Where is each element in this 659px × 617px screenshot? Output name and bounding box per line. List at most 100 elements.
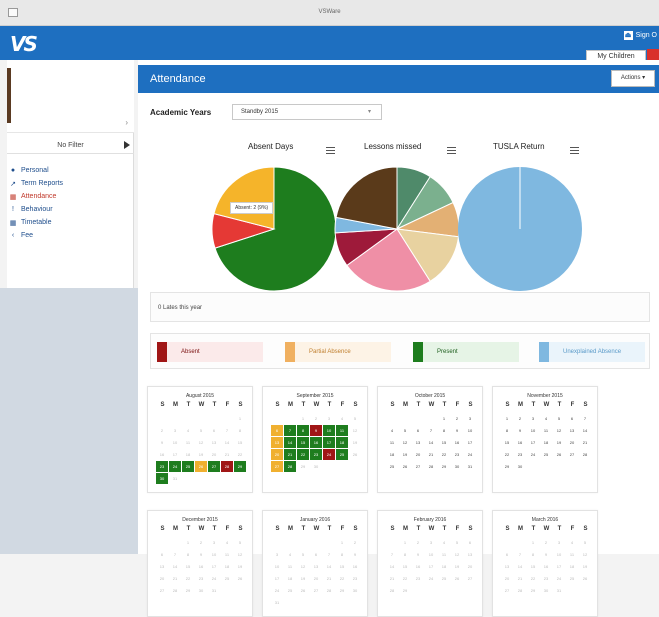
calendar-day[interactable]: 25 (566, 573, 578, 584)
calendar-day[interactable]: 19 (195, 449, 207, 460)
calendar-day[interactable]: 2 (156, 425, 168, 436)
calendar-day[interactable]: 20 (156, 573, 168, 584)
calendar-day[interactable]: 10 (527, 425, 539, 436)
calendar-day[interactable]: 25 (540, 449, 552, 460)
calendar-day[interactable]: 22 (234, 449, 246, 460)
calendar-day[interactable]: 19 (234, 561, 246, 572)
calendar-day[interactable]: 7 (386, 549, 398, 560)
calendar-day[interactable]: 3 (208, 537, 220, 548)
calendar-day[interactable]: 10 (271, 561, 283, 572)
calendar-day[interactable]: 9 (195, 549, 207, 560)
calendar-day[interactable]: 3 (169, 425, 181, 436)
calendar-day[interactable]: 20 (310, 573, 322, 584)
sidebar-item-timetable[interactable]: ▦ Timetable (9, 216, 63, 229)
calendar-day[interactable]: 16 (156, 449, 168, 460)
calendar-day[interactable]: 27 (271, 461, 283, 472)
calendar-day[interactable]: 3 (527, 413, 539, 424)
calendar-day[interactable]: 2 (310, 413, 322, 424)
calendar-day[interactable]: 20 (412, 449, 424, 460)
calendar-day[interactable]: 15 (336, 561, 348, 572)
chevron-right-icon[interactable]: › (125, 118, 128, 127)
calendar-day[interactable]: 25 (438, 573, 450, 584)
calendar-day[interactable]: 8 (399, 549, 411, 560)
calendar-day[interactable]: 7 (425, 425, 437, 436)
calendar-day[interactable]: 4 (386, 425, 398, 436)
calendar-day[interactable]: 24 (323, 449, 335, 460)
calendar-day[interactable]: 22 (501, 449, 513, 460)
calendar-day[interactable]: 28 (579, 449, 591, 460)
calendar-day[interactable]: 4 (284, 549, 296, 560)
calendar-day[interactable]: 12 (579, 549, 591, 560)
calendar-day[interactable]: 4 (438, 537, 450, 548)
calendar-day[interactable]: 3 (425, 537, 437, 548)
calendar-day[interactable]: 26 (451, 573, 463, 584)
calendar-day[interactable]: 27 (501, 585, 513, 596)
calendar-day[interactable]: 23 (310, 449, 322, 460)
calendar-day[interactable]: 16 (195, 561, 207, 572)
calendar-day[interactable]: 23 (156, 461, 168, 472)
calendar-day[interactable]: 1 (438, 413, 450, 424)
calendar-day[interactable]: 5 (399, 425, 411, 436)
calendar-day[interactable]: 19 (579, 561, 591, 572)
calendar-day[interactable]: 11 (336, 425, 348, 436)
calendar-day[interactable]: 31 (271, 597, 283, 608)
calendar-day[interactable]: 22 (527, 573, 539, 584)
calendar-day[interactable]: 18 (438, 561, 450, 572)
calendar-day[interactable]: 24 (208, 573, 220, 584)
calendar-day[interactable]: 5 (579, 537, 591, 548)
calendar-day[interactable]: 12 (553, 425, 565, 436)
calendar-day[interactable]: 14 (579, 425, 591, 436)
calendar-day[interactable]: 16 (310, 437, 322, 448)
calendar-day[interactable]: 26 (195, 461, 207, 472)
calendar-day[interactable]: 1 (182, 537, 194, 548)
calendar-day[interactable]: 1 (297, 413, 309, 424)
calendar-day[interactable]: 14 (221, 437, 233, 448)
calendar-day[interactable]: 29 (234, 461, 246, 472)
calendar-day[interactable]: 13 (310, 561, 322, 572)
calendar-day[interactable]: 26 (553, 449, 565, 460)
calendar-day[interactable]: 14 (425, 437, 437, 448)
chart-menu-icon[interactable] (570, 147, 579, 154)
sidebar-item-term-reports[interactable]: ↗ Term Reports (9, 177, 63, 190)
calendar-day[interactable]: 21 (221, 449, 233, 460)
calendar-day[interactable]: 11 (438, 549, 450, 560)
calendar-day[interactable]: 15 (234, 437, 246, 448)
calendar-day[interactable]: 22 (297, 449, 309, 460)
calendar-day[interactable]: 5 (297, 549, 309, 560)
calendar-day[interactable]: 24 (553, 573, 565, 584)
calendar-day[interactable]: 6 (271, 425, 283, 436)
calendar-day[interactable]: 8 (297, 425, 309, 436)
calendar-day[interactable]: 21 (579, 437, 591, 448)
calendar-day[interactable]: 17 (553, 561, 565, 572)
calendar-day[interactable]: 28 (425, 461, 437, 472)
calendar-day[interactable]: 13 (412, 437, 424, 448)
calendar-day[interactable]: 15 (527, 561, 539, 572)
calendar-day[interactable]: 22 (182, 573, 194, 584)
calendar-day[interactable]: 14 (386, 561, 398, 572)
calendar-day[interactable]: 16 (349, 561, 361, 572)
calendar-day[interactable]: 30 (349, 585, 361, 596)
calendar-day[interactable]: 11 (540, 425, 552, 436)
calendar-day[interactable]: 9 (412, 549, 424, 560)
chart-menu-icon[interactable] (447, 147, 456, 154)
calendar-day[interactable]: 27 (208, 461, 220, 472)
calendar-day[interactable]: 5 (195, 425, 207, 436)
sidebar-item-behaviour[interactable]: ! Behaviour (9, 203, 63, 216)
calendar-day[interactable]: 23 (514, 449, 526, 460)
calendar-day[interactable]: 10 (208, 549, 220, 560)
calendar-day[interactable]: 17 (464, 437, 476, 448)
calendar-day[interactable]: 21 (169, 573, 181, 584)
calendar-day[interactable]: 2 (451, 413, 463, 424)
calendar-day[interactable]: 16 (514, 437, 526, 448)
calendar-day[interactable]: 29 (297, 461, 309, 472)
calendar-day[interactable]: 23 (195, 573, 207, 584)
calendar-day[interactable]: 7 (221, 425, 233, 436)
calendar-day[interactable]: 18 (386, 449, 398, 460)
calendar-day[interactable]: 12 (399, 437, 411, 448)
calendar-day[interactable]: 29 (438, 461, 450, 472)
calendar-day[interactable]: 12 (451, 549, 463, 560)
calendar-day[interactable]: 25 (386, 461, 398, 472)
calendar-day[interactable]: 10 (425, 549, 437, 560)
calendar-day[interactable]: 25 (336, 449, 348, 460)
calendar-day[interactable]: 13 (156, 561, 168, 572)
